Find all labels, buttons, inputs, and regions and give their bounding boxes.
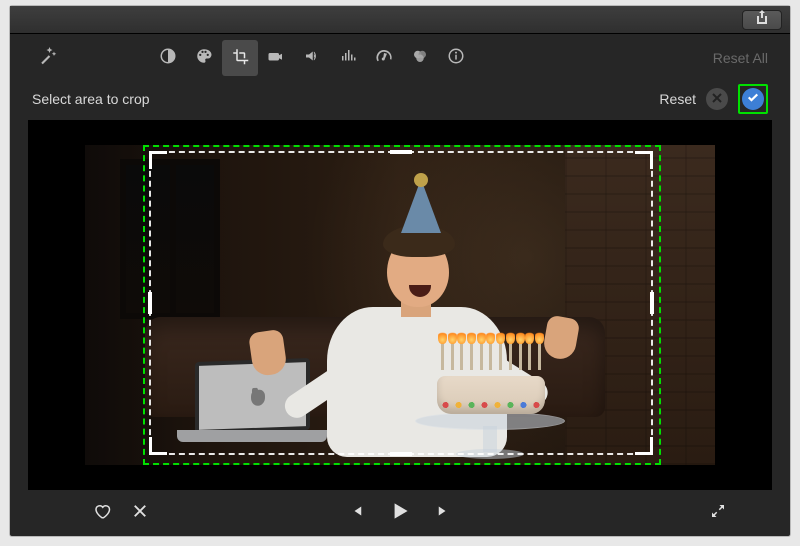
- half-circle-icon: [159, 47, 177, 70]
- preview-viewport: [28, 120, 772, 490]
- share-button[interactable]: [742, 10, 782, 30]
- crop-instruction: Select area to crop: [32, 91, 150, 107]
- crop-tool[interactable]: [222, 40, 258, 76]
- info-tool[interactable]: [438, 40, 474, 76]
- heart-icon: [93, 502, 111, 525]
- crop-icon: [231, 47, 249, 70]
- next-frame-button[interactable]: [432, 501, 456, 525]
- crop-reset-button[interactable]: Reset: [659, 91, 696, 107]
- equalizer-icon: [339, 47, 357, 70]
- favorite-button[interactable]: [90, 501, 114, 525]
- expand-icon: [709, 502, 727, 525]
- noise-reduction-tool[interactable]: [330, 40, 366, 76]
- scene-window: [120, 159, 220, 319]
- imovie-crop-panel: Reset All Select area to crop Reset: [10, 6, 790, 536]
- auto-enhance-button[interactable]: [30, 40, 66, 76]
- magic-wand-icon: [39, 47, 57, 70]
- reject-button[interactable]: [128, 501, 152, 525]
- clip-filter-tool[interactable]: [402, 40, 438, 76]
- play-icon: [387, 498, 413, 529]
- skip-back-icon: [347, 502, 365, 525]
- palette-icon: [195, 47, 213, 70]
- stabilization-tool[interactable]: [258, 40, 294, 76]
- x-icon: [131, 502, 149, 525]
- camcorder-icon: [267, 47, 285, 70]
- scene-cake: [415, 412, 565, 459]
- x-icon: [712, 90, 722, 108]
- video-canvas[interactable]: [85, 145, 715, 465]
- share-icon: [756, 10, 768, 29]
- crop-apply-button[interactable]: [742, 88, 764, 110]
- speaker-icon: [303, 47, 321, 70]
- fullscreen-button[interactable]: [706, 501, 730, 525]
- prev-frame-button[interactable]: [344, 501, 368, 525]
- speed-tool[interactable]: [366, 40, 402, 76]
- skip-forward-icon: [435, 502, 453, 525]
- color-correction-tool[interactable]: [186, 40, 222, 76]
- color-balance-tool[interactable]: [150, 40, 186, 76]
- volume-tool[interactable]: [294, 40, 330, 76]
- titlebar: [10, 6, 790, 34]
- check-icon: [747, 90, 759, 108]
- apply-highlight-box: [738, 84, 768, 114]
- playback-bar: [10, 490, 790, 536]
- adjust-toolbar: Reset All: [10, 34, 790, 82]
- scene-brick-wall: [565, 145, 715, 465]
- adjust-tools: [150, 40, 474, 76]
- info-icon: [447, 47, 465, 70]
- overlap-circles-icon: [411, 47, 429, 70]
- play-button[interactable]: [388, 501, 412, 525]
- crop-status-row: Select area to crop Reset: [10, 82, 790, 116]
- reset-all-label: Reset All: [713, 50, 768, 66]
- speedometer-icon: [375, 47, 393, 70]
- crop-cancel-button[interactable]: [706, 88, 728, 110]
